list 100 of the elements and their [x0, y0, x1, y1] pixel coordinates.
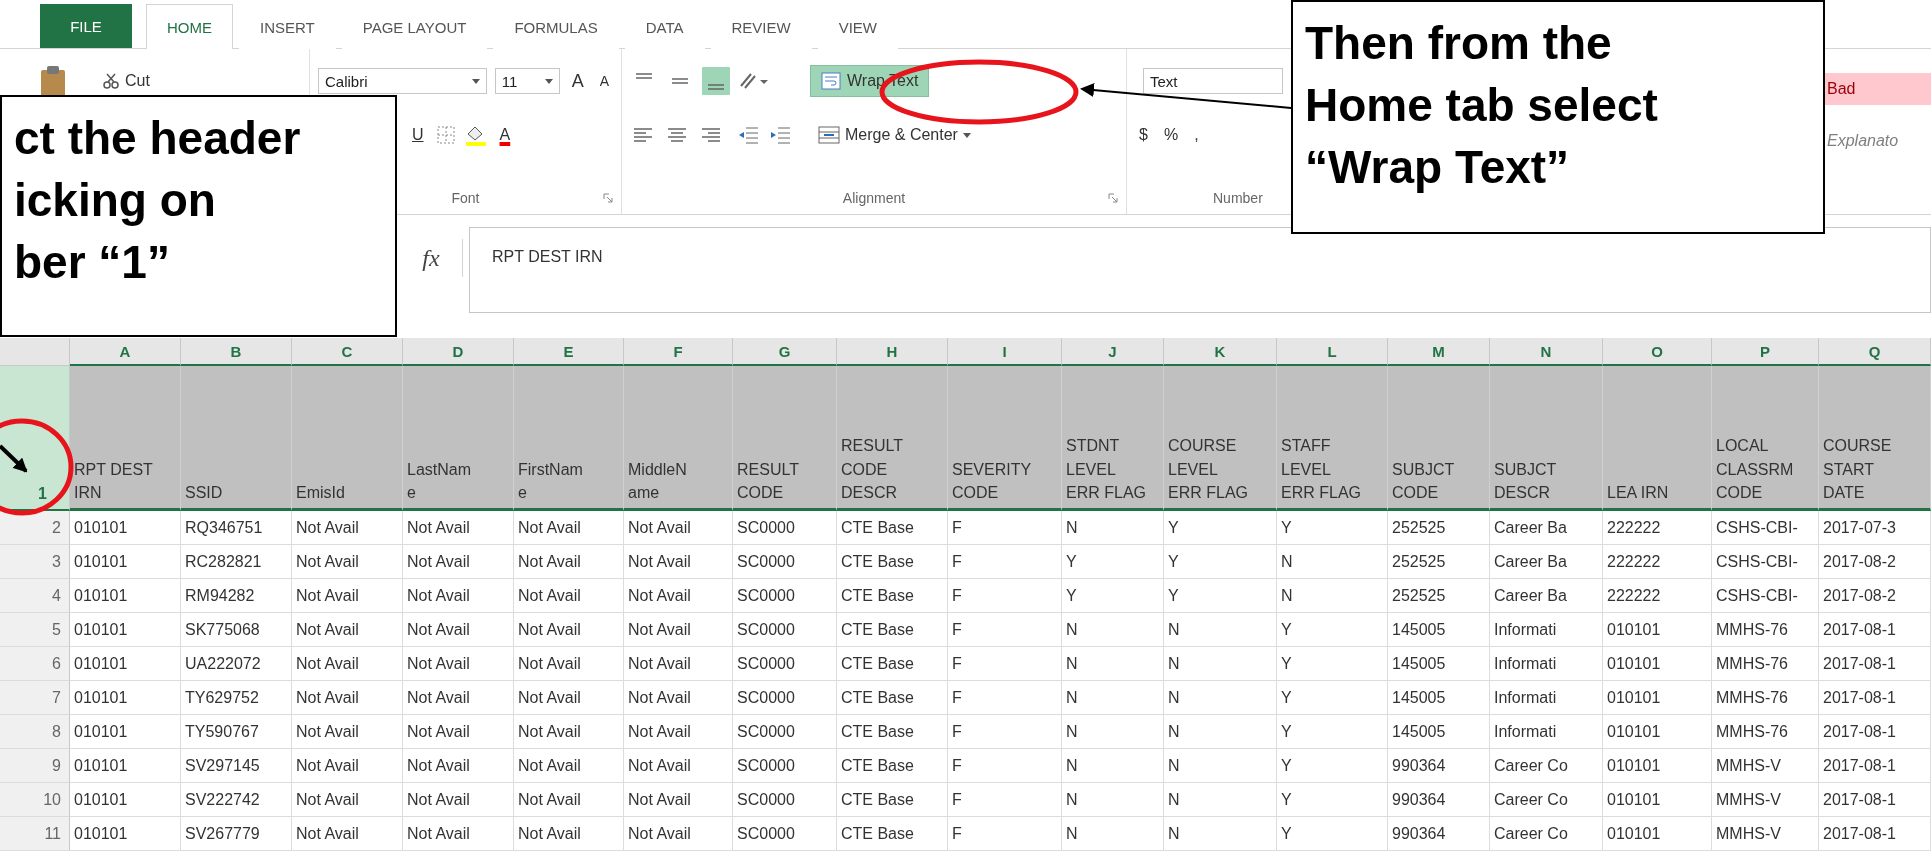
- number-format-field[interactable]: Text: [1143, 68, 1283, 94]
- table-cell: N: [1164, 715, 1277, 749]
- insert-function-button[interactable]: fx: [400, 239, 463, 277]
- table-cell: CTE Base: [837, 613, 948, 647]
- table-cell: Not Avail: [292, 647, 403, 681]
- table-cell: N: [1277, 545, 1388, 579]
- column-letter[interactable]: D: [403, 338, 514, 366]
- column-letter[interactable]: O: [1603, 338, 1712, 366]
- table-cell: CSHS-CBI-: [1712, 545, 1819, 579]
- row-number[interactable]: 6: [0, 647, 70, 681]
- column-letter[interactable]: G: [733, 338, 837, 366]
- column-letter[interactable]: P: [1712, 338, 1819, 366]
- table-cell: Career Co: [1490, 817, 1603, 851]
- paste-clipboard-icon[interactable]: [38, 64, 68, 98]
- table-cell: Career Co: [1490, 783, 1603, 817]
- table-cell: SC0000: [733, 647, 837, 681]
- wrap-text-icon: [821, 72, 841, 90]
- table-cell: Not Avail: [403, 613, 514, 647]
- column-letter[interactable]: C: [292, 338, 403, 366]
- column-letter[interactable]: M: [1388, 338, 1490, 366]
- column-letter[interactable]: I: [948, 338, 1062, 366]
- row-number[interactable]: 11: [0, 817, 70, 851]
- table-cell: Not Avail: [292, 715, 403, 749]
- row-number[interactable]: 5: [0, 613, 70, 647]
- column-header: SUBJCT CODE: [1388, 366, 1490, 511]
- row-number[interactable]: 4: [0, 579, 70, 613]
- comma-button[interactable]: ,: [1190, 124, 1203, 146]
- vertical-align-icon[interactable]: [702, 67, 730, 95]
- dialog-launcher-icon[interactable]: [603, 193, 613, 203]
- row-number[interactable]: 9: [0, 749, 70, 783]
- column-letter[interactable]: J: [1062, 338, 1164, 366]
- border-icon[interactable]: [435, 125, 456, 145]
- row-number[interactable]: 3: [0, 545, 70, 579]
- table-cell: Not Avail: [292, 749, 403, 783]
- cut-button[interactable]: Cut: [98, 70, 154, 92]
- dropdown-caret-icon: [544, 78, 553, 84]
- table-cell: SC0000: [733, 681, 837, 715]
- table-cell: Not Avail: [624, 511, 733, 545]
- fill-bucket-icon[interactable]: [463, 124, 488, 146]
- table-cell: N: [1062, 715, 1164, 749]
- font-color-button[interactable]: A: [495, 124, 515, 146]
- column-letter[interactable]: N: [1490, 338, 1603, 366]
- cell-style-swatch[interactable]: Explanato: [1825, 125, 1931, 157]
- cell-style-swatch[interactable]: Bad: [1825, 73, 1931, 105]
- ribbon-tab[interactable]: HOME: [146, 4, 233, 49]
- font-name-field[interactable]: Calibri: [318, 68, 487, 94]
- table-cell: Informati: [1490, 681, 1603, 715]
- column-header: COURSE LEVEL ERR FLAG: [1164, 366, 1277, 511]
- table-cell: Not Avail: [292, 613, 403, 647]
- column-letter[interactable]: F: [624, 338, 733, 366]
- table-cell: 010101: [1603, 647, 1712, 681]
- table-cell: Not Avail: [403, 817, 514, 851]
- row-number[interactable]: 10: [0, 783, 70, 817]
- table-cell: 2017-08-1: [1819, 749, 1931, 783]
- table-cell: Not Avail: [403, 783, 514, 817]
- column-letter[interactable]: K: [1164, 338, 1277, 366]
- table-cell: F: [948, 681, 1062, 715]
- table-cell: 010101: [1603, 783, 1712, 817]
- table-cell: Not Avail: [624, 579, 733, 613]
- column-letter[interactable]: E: [514, 338, 624, 366]
- row-number[interactable]: 1: [0, 366, 70, 511]
- table-cell: MMHS-76: [1712, 681, 1819, 715]
- table-cell: F: [948, 579, 1062, 613]
- increase-indent-icon[interactable]: [768, 124, 792, 146]
- column-letter[interactable]: L: [1277, 338, 1388, 366]
- table-cell: Not Avail: [514, 613, 624, 647]
- underline-button[interactable]: U: [408, 124, 428, 146]
- column-letter[interactable]: A: [70, 338, 181, 366]
- table-cell: SC0000: [733, 613, 837, 647]
- table-cell: Not Avail: [624, 817, 733, 851]
- table-cell: Not Avail: [514, 783, 624, 817]
- table-cell: TY629752: [181, 681, 292, 715]
- column-header: STAFF LEVEL ERR FLAG: [1277, 366, 1388, 511]
- font-size-field[interactable]: 11: [494, 68, 560, 94]
- grow-font-button[interactable]: A: [567, 68, 588, 94]
- table-cell: 010101: [70, 579, 181, 613]
- table-cell: 2017-08-2: [1819, 579, 1931, 613]
- row-number[interactable]: 8: [0, 715, 70, 749]
- row-number[interactable]: 2: [0, 511, 70, 545]
- table-cell: SV267779: [181, 817, 292, 851]
- column-letter[interactable]: Q: [1819, 338, 1931, 366]
- shrink-font-button[interactable]: A: [595, 71, 613, 91]
- table-cell: 2017-08-1: [1819, 783, 1931, 817]
- table-cell: F: [948, 749, 1062, 783]
- table-cell: N: [1164, 783, 1277, 817]
- currency-button[interactable]: $: [1135, 124, 1152, 146]
- dialog-launcher-icon[interactable]: [1108, 193, 1118, 203]
- table-cell: Y: [1277, 647, 1388, 681]
- table-cell: CTE Base: [837, 681, 948, 715]
- column-letter[interactable]: H: [837, 338, 948, 366]
- file-menu-tab[interactable]: FILE: [40, 4, 132, 48]
- table-cell: 252525: [1388, 511, 1490, 545]
- column-header: RESULT CODE: [733, 366, 837, 511]
- table-cell: 2017-08-1: [1819, 681, 1931, 715]
- table-cell: N: [1277, 579, 1388, 613]
- table-cell: Not Avail: [624, 715, 733, 749]
- merge-center-button[interactable]: Merge & Center: [814, 124, 975, 146]
- row-number[interactable]: 7: [0, 681, 70, 715]
- column-letter[interactable]: B: [181, 338, 292, 366]
- percent-button[interactable]: %: [1159, 124, 1183, 146]
